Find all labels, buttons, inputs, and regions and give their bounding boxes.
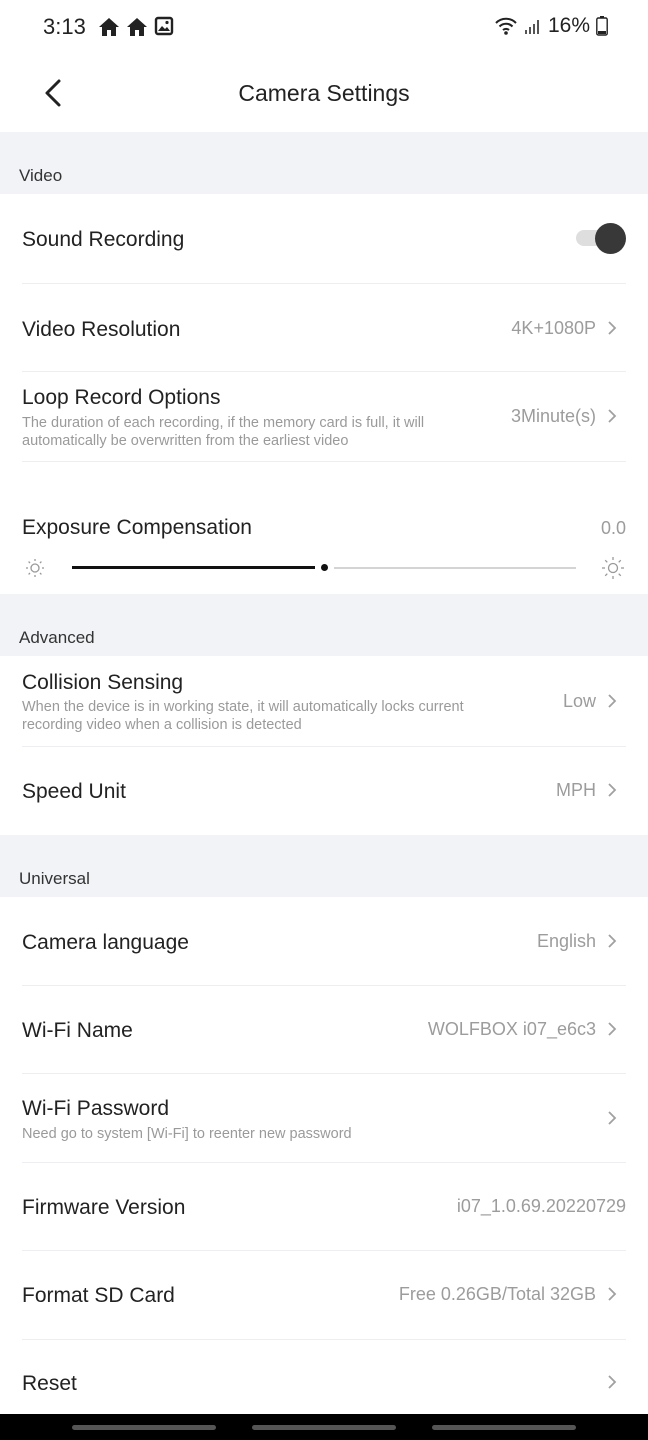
system-icons: 16% [494,14,608,38]
exposure-compensation-row: Exposure Compensation 0.0 [0,462,648,594]
row-title: Firmware Version [22,1196,186,1219]
wifi-name-row[interactable]: Wi-Fi Name WOLFBOX i07_e6c3 [0,986,648,1074]
video-resolution-row[interactable]: Video Resolution 4K+1080P [0,284,648,372]
chevron-right-icon [608,783,617,797]
row-value: 3Minute(s) [510,406,596,426]
home-icon [99,18,119,36]
row-value: MPH [556,780,596,800]
brightness-low-icon [26,559,44,577]
collision-sensing-row[interactable]: Collision Sensing When the device is in … [0,656,648,747]
nav-recents-button[interactable] [72,1425,216,1430]
section-label: Advanced [19,628,95,647]
row-title: Loop Record Options [22,386,221,409]
toggle-thumb [595,223,626,254]
chevron-right-icon [608,409,617,423]
brightness-high-icon [602,557,624,579]
row-title: Exposure Compensation [22,516,252,539]
chevron-right-icon [608,694,617,708]
sound-recording-toggle[interactable] [576,222,626,256]
row-title: Speed Unit [22,780,126,803]
slider-track-empty [334,567,576,569]
camera-language-row[interactable]: Camera language English [0,897,648,986]
battery-percent: 16% [547,14,590,37]
wifi-password-row[interactable]: Wi-Fi Password Need go to system [Wi-Fi]… [0,1074,648,1163]
row-description: The duration of each recording, if the m… [22,415,425,449]
row-title: Video Resolution [22,318,181,341]
wifi-icon [495,17,517,35]
row-value: i07_1.0.69.20220729 [456,1196,626,1216]
row-description: Need go to system [Wi-Fi] to reenter new… [22,1126,352,1142]
section-label: Video [19,166,63,185]
row-title: Sound Recording [22,228,185,251]
signal-icon [524,20,539,34]
row-value: Free 0.26GB/Total 32GB [398,1284,596,1304]
chevron-right-icon [608,1287,617,1301]
chevron-right-icon [608,1022,617,1036]
section-label: Universal [19,869,90,888]
nav-back-button[interactable] [432,1425,576,1430]
exposure-value: 0.0 [600,518,626,538]
status-bar: 3:13 16% [0,0,648,56]
chevron-right-icon [608,1111,617,1125]
nav-home-button[interactable] [252,1425,396,1430]
app-header: Camera Settings [0,56,648,132]
section-header-video: Video [0,132,648,194]
row-title: Wi-Fi Password [22,1097,170,1120]
slider-track-filled [72,566,315,569]
home-icon [127,18,147,36]
section-header-advanced: Advanced [0,594,648,656]
row-title: Reset [22,1372,77,1395]
chevron-right-icon [608,321,617,335]
notification-icons [98,16,174,38]
row-value: 4K+1080P [511,318,596,338]
page-title: Camera Settings [238,80,410,106]
row-title: Format SD Card [22,1284,175,1307]
row-value: English [536,931,596,951]
row-value: WOLFBOX i07_e6c3 [427,1019,596,1039]
row-title: Camera language [22,931,189,954]
row-value: Low [562,691,596,711]
image-icon [154,16,174,36]
row-title: Wi-Fi Name [22,1019,133,1042]
speed-unit-row[interactable]: Speed Unit MPH [0,747,648,835]
chevron-right-icon [608,1375,617,1389]
row-description: When the device is in working state, it … [22,699,464,733]
format-sd-card-row[interactable]: Format SD Card Free 0.26GB/Total 32GB [0,1251,648,1340]
status-time: 3:13 [43,14,86,39]
exposure-slider[interactable] [0,556,648,580]
section-header-universal: Universal [0,835,648,897]
reset-row[interactable]: Reset [0,1340,648,1414]
system-nav-bar [0,1414,648,1440]
firmware-version-row: Firmware Version i07_1.0.69.20220729 [0,1163,648,1251]
sound-recording-row: Sound Recording [0,194,648,284]
row-title: Collision Sensing [22,671,184,694]
slider-thumb[interactable] [320,564,328,571]
loop-record-row[interactable]: Loop Record Options The duration of each… [0,372,648,462]
battery-icon [596,16,608,36]
chevron-right-icon [608,934,617,948]
